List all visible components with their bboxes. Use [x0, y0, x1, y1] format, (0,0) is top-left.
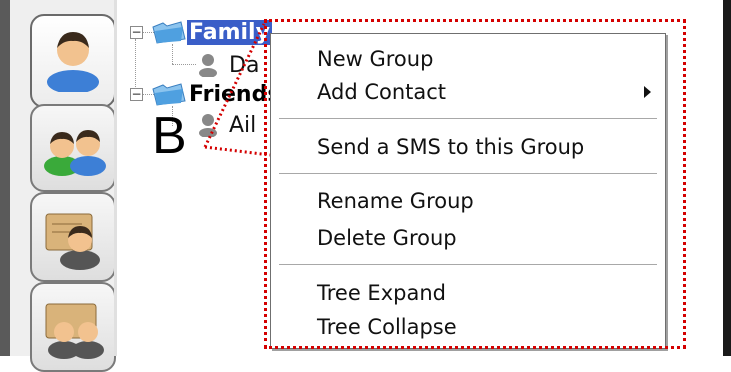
tree-group-family[interactable]: − Family	[130, 19, 272, 45]
collapse-toggle[interactable]: −	[130, 87, 143, 101]
menu-item-label: Add Contact	[317, 80, 447, 104]
tree-group-friends[interactable]: − Friends	[130, 81, 282, 107]
group-label[interactable]: Family	[187, 19, 272, 45]
menu-item-add-contact[interactable]: Add Contact	[317, 75, 647, 109]
window-left-border	[0, 0, 10, 356]
tree-contact[interactable]: Da	[197, 52, 259, 78]
contact-person-icon	[199, 54, 217, 77]
contact-label[interactable]: Ail	[229, 113, 256, 138]
folder-icon	[152, 83, 186, 106]
tab-contact-groups[interactable]	[30, 104, 116, 192]
people-group-icon	[44, 130, 106, 176]
contact-person-icon	[199, 114, 217, 137]
contact-book-icon	[45, 213, 100, 270]
context-menu: New Group Add Contact Send a SMS to this…	[270, 33, 666, 349]
tab-group-book[interactable]	[30, 282, 116, 372]
tree-connector	[172, 64, 196, 65]
collapse-toggle[interactable]: −	[130, 25, 143, 39]
menu-item-tree-collapse[interactable]: Tree Collapse	[317, 310, 457, 344]
sidebar	[10, 0, 116, 372]
tree-connector	[172, 44, 173, 64]
callout-label: B	[152, 107, 187, 165]
contact-label[interactable]: Da	[229, 53, 259, 78]
menu-item-delete-group[interactable]: Delete Group	[317, 221, 457, 255]
menu-separator	[279, 173, 657, 175]
tab-address-book[interactable]	[30, 192, 116, 282]
person-icon	[47, 32, 99, 92]
window-right-border	[723, 0, 731, 356]
menu-item-tree-expand[interactable]: Tree Expand	[317, 276, 446, 310]
tree-contact[interactable]: Ail	[197, 112, 256, 138]
menu-item-send-sms[interactable]: Send a SMS to this Group	[317, 130, 584, 164]
tab-single-contact[interactable]	[30, 14, 116, 108]
menu-item-new-group[interactable]: New Group	[317, 42, 433, 76]
group-label[interactable]: Friends	[187, 82, 282, 107]
folder-icon	[152, 21, 186, 44]
menu-item-rename-group[interactable]: Rename Group	[317, 184, 474, 218]
menu-separator	[279, 264, 657, 266]
group-book-icon	[45, 303, 104, 359]
submenu-arrow-icon	[644, 86, 651, 98]
menu-separator	[279, 118, 657, 120]
